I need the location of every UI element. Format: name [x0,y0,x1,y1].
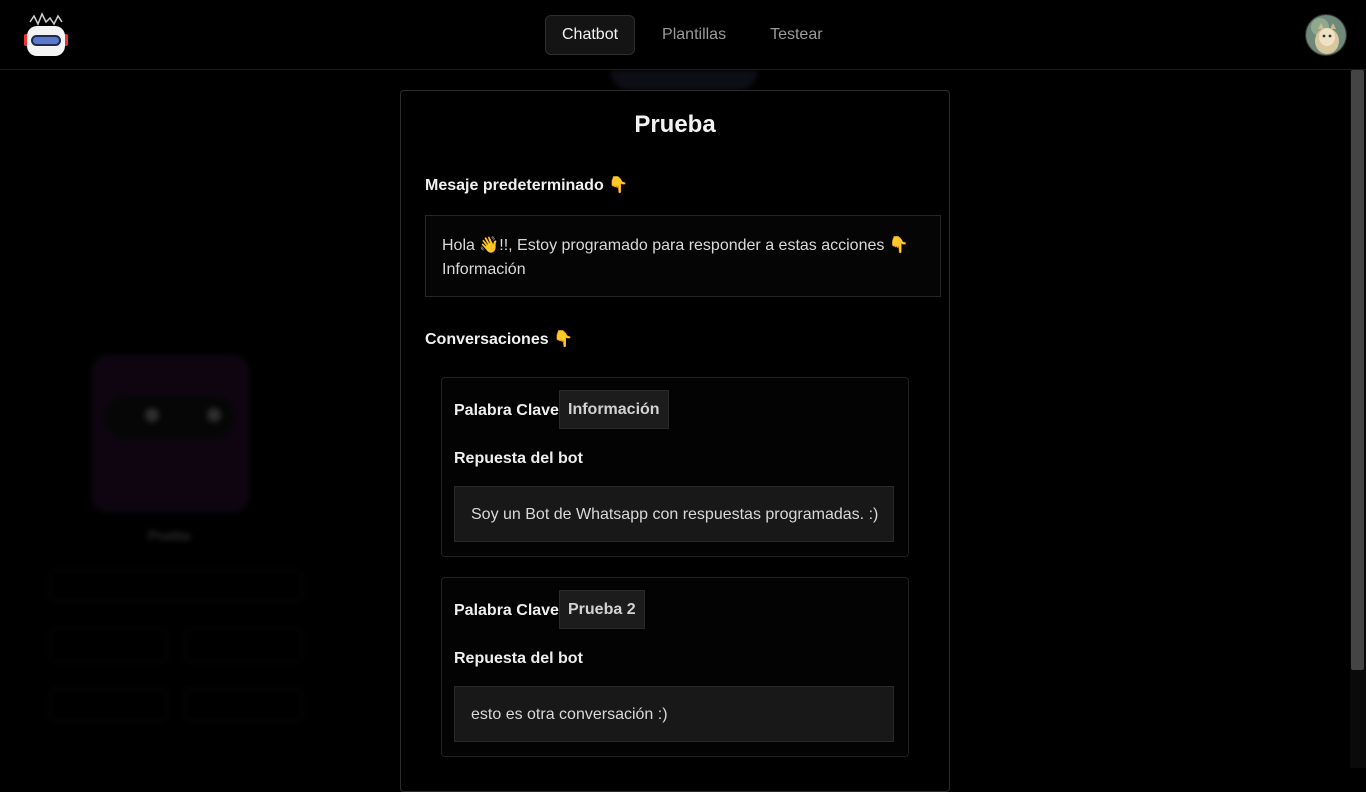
conversation-card: Palabra Clave Información Repuesta del b… [441,377,909,557]
background-button [50,628,167,662]
default-message-heading: Mesaje predeterminado 👇 [425,175,629,194]
keyword-value[interactable]: Prueba 2 [559,590,645,629]
default-message-text: Hola 👋!!, Estoy programado para responde… [442,237,909,254]
background-bot-name: Prueba [148,528,190,543]
keyword-label: Palabra Clave [454,402,559,419]
response-text[interactable]: esto es otra conversación :) [454,686,894,742]
default-message-box: Hola 👋!!, Estoy programado para responde… [425,215,941,297]
keyword-value[interactable]: Información [559,390,669,429]
background-button [185,628,302,662]
background-button [185,688,302,722]
background-input [50,570,302,602]
tab-plantillas[interactable]: Plantillas [645,15,743,55]
keyword-label: Palabra Clave [454,602,559,619]
tab-chatbot[interactable]: Chatbot [545,15,636,55]
tab-testear[interactable]: Testear [753,15,839,55]
response-label: Repuesta del bot [454,450,583,467]
top-navbar: Chatbot Plantillas Testear [0,0,1366,70]
response-text[interactable]: Soy un Bot de Whatsapp con respuestas pr… [454,486,894,542]
background-bot-card [92,355,249,512]
robot-logo-icon[interactable] [20,12,72,58]
pointing-down-icon: 👇 [608,175,629,194]
user-avatar[interactable] [1305,14,1347,56]
pointing-down-icon: 👇 [553,329,573,348]
main-nav: Chatbot Plantillas Testear [545,15,850,55]
background-button [50,688,167,722]
conversations-heading: Conversaciones 👇 [425,329,573,348]
background-top-card [610,70,758,90]
default-message-action: Información [442,261,526,278]
bot-detail-modal: Prueba Mesaje predeterminado 👇 Hola 👋!!,… [400,90,950,792]
conversation-card: Palabra Clave Prueba 2 Repuesta del bot … [441,577,909,757]
scrollbar-thumb[interactable] [1351,70,1364,670]
modal-title: Prueba [634,111,716,138]
response-label: Repuesta del bot [454,650,583,667]
